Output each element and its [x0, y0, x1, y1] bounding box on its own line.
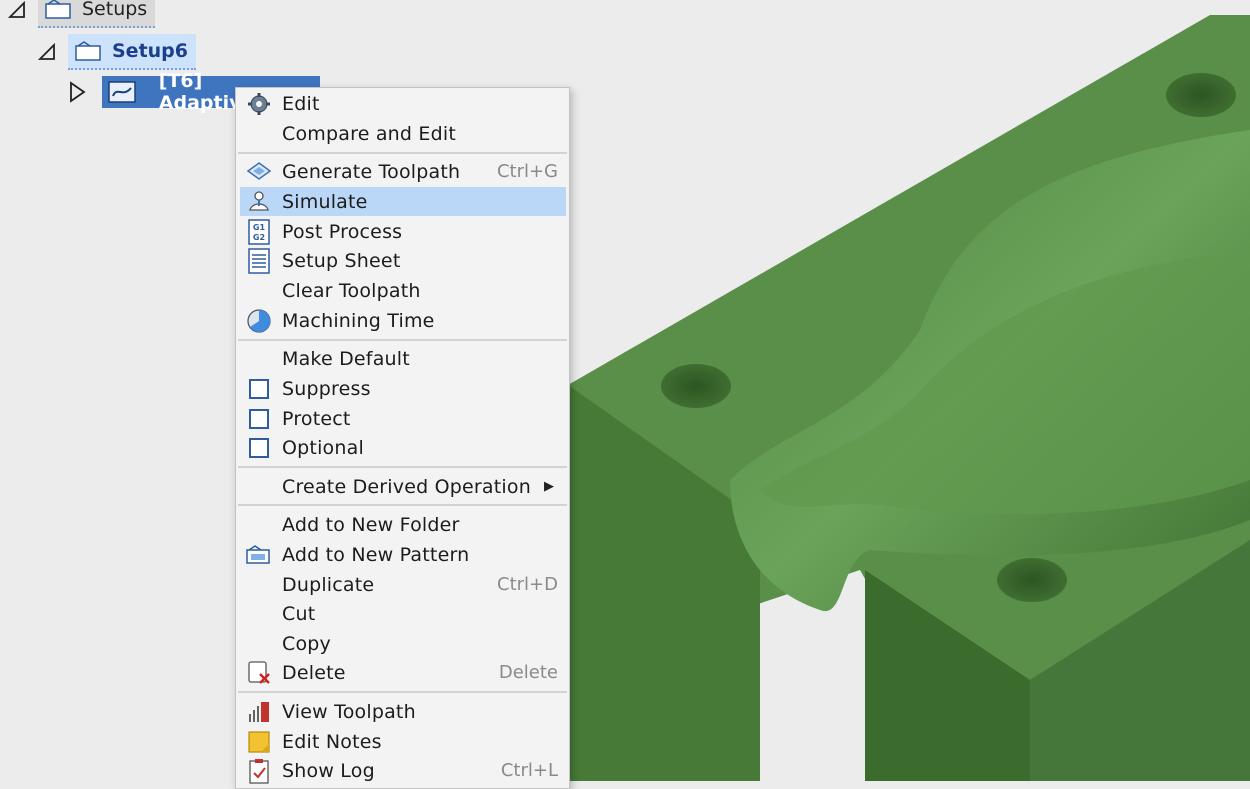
menu-item-label: Create Derived Operation — [282, 475, 531, 498]
svg-text:G1: G1 — [253, 223, 266, 232]
menu-item-label: Add to New Folder — [282, 513, 460, 536]
menu-item-edit-notes[interactable]: Edit Notes — [240, 727, 566, 756]
menu-item-label: Setup Sheet — [282, 249, 401, 272]
menu-item-copy[interactable]: Copy — [240, 629, 566, 658]
menu-item-post-process[interactable]: G1 G2 Post Process — [240, 217, 566, 246]
menu-item-add-to-new-pattern[interactable]: Add to New Pattern — [240, 540, 566, 569]
suppress-checkbox[interactable] — [244, 374, 274, 403]
submenu-arrow-icon: ▶ — [544, 479, 554, 494]
tree-row-setup6[interactable]: Setup6 — [36, 34, 196, 70]
menu-item-label: Protect — [282, 407, 351, 430]
menu-separator — [238, 691, 567, 693]
menu-item-label: Show Log — [282, 759, 375, 782]
menu-item-label: Add to New Pattern — [282, 543, 470, 566]
menu-item-label: Cut — [282, 602, 316, 625]
menu-item-label: Compare and Edit — [282, 122, 457, 145]
menu-item-shortcut: Ctrl+D — [497, 574, 558, 595]
setup-sheet-icon — [244, 246, 274, 275]
menu-item-label: Generate Toolpath — [282, 160, 461, 183]
menu-item-make-default[interactable]: Make Default — [240, 344, 566, 373]
menu-item-create-derived-operation[interactable]: Create Derived Operation ▶ — [240, 472, 566, 501]
pattern-icon — [244, 540, 274, 569]
menu-item-clear-toolpath[interactable]: Clear Toolpath — [240, 276, 566, 305]
delete-icon — [244, 658, 274, 687]
menu-item-label: Edit Notes — [282, 730, 382, 753]
menu-item-label: Suppress — [282, 377, 371, 400]
menu-item-compare-and-edit[interactable]: Compare and Edit — [240, 119, 566, 148]
menu-item-label: View Toolpath — [282, 700, 416, 723]
post-process-icon: G1 G2 — [244, 217, 274, 246]
menu-item-label: Duplicate — [282, 573, 375, 596]
setup6-node[interactable]: Setup6 — [68, 34, 196, 70]
menu-separator — [238, 339, 567, 341]
setup-icon — [72, 38, 106, 64]
view-toolpath-icon — [244, 697, 274, 726]
3d-viewport[interactable] — [0, 0, 1250, 781]
expand-triangle-icon[interactable] — [66, 81, 88, 103]
setup6-label: Setup6 — [112, 40, 188, 62]
protect-checkbox[interactable] — [244, 404, 274, 433]
generate-toolpath-icon — [244, 157, 274, 186]
menu-item-protect[interactable]: Protect — [240, 404, 566, 433]
notes-icon — [244, 727, 274, 756]
menu-item-label: Clear Toolpath — [282, 279, 421, 302]
tree-row-setups[interactable]: Setups — [6, 0, 156, 28]
menu-item-suppress[interactable]: Suppress — [240, 374, 566, 403]
collapse-triangle-icon[interactable] — [6, 0, 28, 21]
menu-separator — [238, 504, 567, 506]
menu-item-setup-sheet[interactable]: Setup Sheet — [240, 246, 566, 275]
setups-node[interactable]: Setups — [38, 0, 156, 28]
menu-item-label: Post Process — [282, 220, 403, 243]
menu-item-view-toolpath[interactable]: View Toolpath — [240, 697, 566, 726]
menu-item-simulate[interactable]: Simulate — [240, 187, 566, 216]
mount-hole — [997, 558, 1067, 602]
menu-item-optional[interactable]: Optional — [240, 433, 566, 462]
menu-item-shortcut: Ctrl+G — [496, 161, 558, 182]
context-menu: Edit Compare and Edit Generate Toolpath … — [235, 87, 570, 789]
menu-item-add-to-new-folder[interactable]: Add to New Folder — [240, 510, 566, 539]
menu-item-edit[interactable]: Edit — [240, 89, 566, 118]
menu-item-machining-time[interactable]: Machining Time — [240, 306, 566, 335]
adaptive-operation-icon — [106, 79, 139, 105]
menu-separator — [238, 152, 567, 154]
menu-item-label: Make Default — [282, 347, 410, 370]
gear-icon — [244, 89, 274, 118]
menu-item-label: Delete — [282, 661, 346, 684]
mount-hole — [661, 364, 731, 408]
simulate-icon — [244, 187, 274, 216]
menu-item-label: Simulate — [282, 190, 368, 213]
menu-item-shortcut: Delete — [498, 662, 558, 683]
menu-item-label: Copy — [282, 632, 331, 655]
machining-time-icon — [244, 306, 274, 335]
mount-hole — [1166, 73, 1236, 117]
menu-item-shortcut: Ctrl+L — [500, 760, 558, 781]
menu-item-generate-toolpath[interactable]: Generate Toolpath Ctrl+G — [240, 157, 566, 186]
svg-text:G2: G2 — [253, 233, 265, 242]
menu-item-duplicate[interactable]: Duplicate Ctrl+D — [240, 570, 566, 599]
menu-item-label: Machining Time — [282, 309, 435, 332]
setup-folder-icon — [42, 0, 76, 22]
menu-separator — [238, 466, 567, 468]
menu-item-label: Optional — [282, 436, 364, 459]
setups-label: Setups — [82, 0, 148, 20]
collapse-triangle-icon[interactable] — [36, 41, 58, 63]
menu-item-delete[interactable]: Delete Delete — [240, 658, 566, 687]
menu-item-label: Edit — [282, 92, 320, 115]
optional-checkbox[interactable] — [244, 433, 274, 462]
menu-item-cut[interactable]: Cut — [240, 599, 566, 628]
